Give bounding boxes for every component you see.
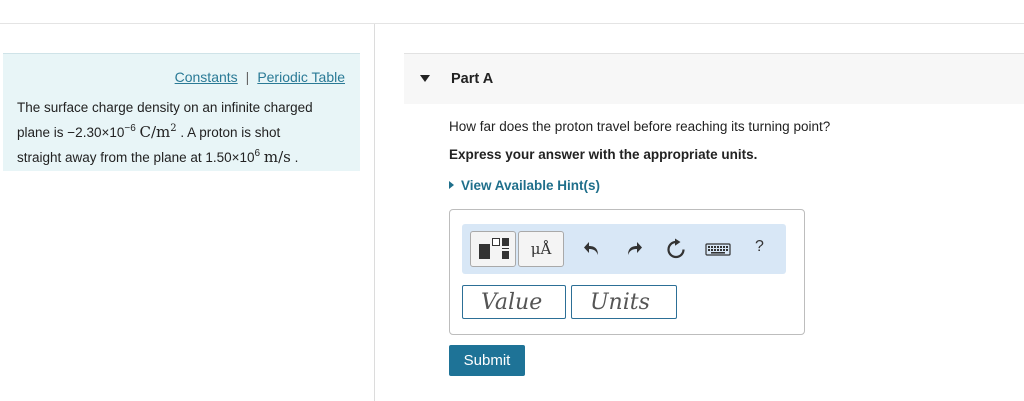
undo-icon[interactable] — [582, 238, 604, 260]
charge-density-value: −2.30×10 — [67, 125, 125, 140]
units-button[interactable]: μÅ — [518, 231, 564, 267]
problem-text: straight away from the plane at — [17, 150, 206, 165]
speed-unit: m/s — [263, 148, 291, 166]
redo-icon[interactable] — [622, 238, 644, 260]
link-separator: | — [245, 69, 250, 85]
hint-link-label: View Available Hint(s) — [461, 178, 601, 193]
fraction-top-icon — [502, 238, 509, 246]
answer-instruction: Express your answer with the appropriate… — [449, 147, 758, 162]
fraction-bottom-icon — [502, 251, 509, 259]
problem-statement: The surface charge density on an infinit… — [17, 97, 347, 168]
part-header[interactable]: Part A — [404, 53, 1024, 104]
unit-base: C/m — [139, 123, 171, 141]
top-divider — [0, 23, 1024, 24]
units-input[interactable] — [571, 285, 677, 319]
speed-exponent: 6 — [254, 148, 261, 159]
question-text: How far does the proton travel before re… — [449, 119, 831, 134]
value-input[interactable] — [462, 285, 566, 319]
templates-button[interactable] — [470, 231, 516, 267]
view-hints-link[interactable]: View Available Hint(s) — [449, 178, 600, 193]
charge-density-unit: C/m2 — [140, 123, 177, 141]
caret-right-icon — [449, 181, 454, 189]
resource-links: Constants | Periodic Table — [175, 69, 345, 85]
speed-value: 1.50×10 — [205, 150, 255, 165]
problem-text: plane is — [17, 125, 68, 140]
help-button[interactable]: ? — [755, 238, 764, 256]
problem-line-1: The surface charge density on an infinit… — [17, 100, 313, 115]
template-box-icon — [492, 238, 500, 246]
caret-down-icon[interactable] — [420, 75, 430, 82]
submit-button[interactable]: Submit — [449, 345, 525, 376]
answer-box: μÅ ? — [449, 209, 805, 335]
reset-icon[interactable] — [665, 238, 687, 260]
problem-text: . A proton is shot — [176, 125, 281, 140]
problem-line-2: plane is −2.30×10−6 C/m2 . A proton is s… — [17, 118, 347, 143]
constants-link[interactable]: Constants — [175, 69, 238, 85]
template-block-icon — [479, 244, 490, 259]
periodic-table-link[interactable]: Periodic Table — [257, 69, 345, 85]
problem-text: . — [290, 150, 299, 165]
problem-panel: Constants | Periodic Table The surface cha… — [3, 53, 360, 171]
keyboard-icon[interactable] — [705, 238, 731, 260]
charge-density-exponent: −6 — [124, 123, 136, 134]
fraction-bar-icon — [502, 248, 509, 249]
column-divider — [374, 24, 375, 401]
part-title: Part A — [451, 71, 494, 87]
problem-line-3: straight away from the plane at 1.50×106… — [17, 143, 347, 168]
answer-toolbar: μÅ ? — [462, 224, 786, 274]
